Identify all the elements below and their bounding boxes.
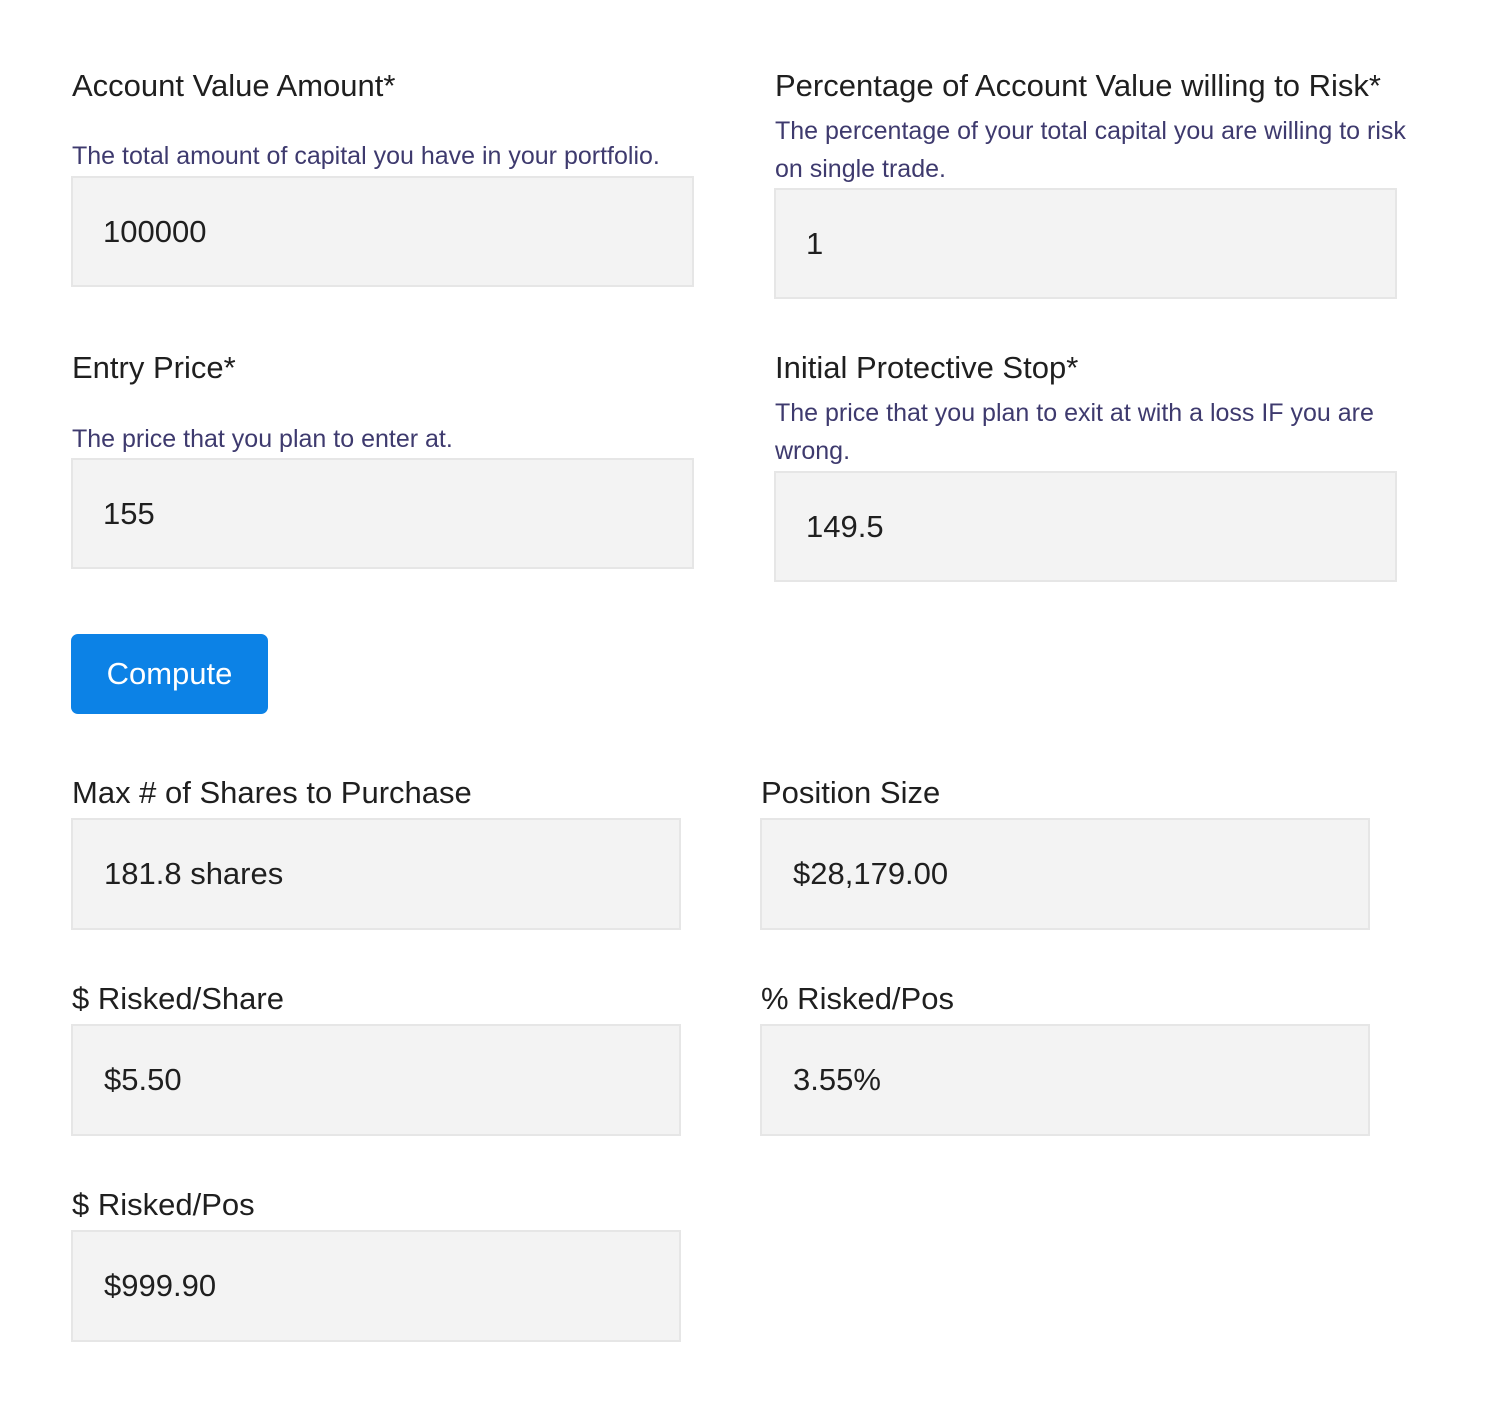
entry-price-help: The price that you plan to enter at.: [72, 425, 453, 453]
position-size-label: Position Size: [761, 775, 941, 810]
account-value-help: The total amount of capital you have in …: [72, 142, 660, 170]
account-value-input[interactable]: [71, 176, 694, 287]
protective-stop-label: Initial Protective Stop*: [775, 350, 1079, 385]
max-shares-label: Max # of Shares to Purchase: [72, 775, 472, 810]
pct-risked-per-pos-label: % Risked/Pos: [761, 981, 954, 1016]
risked-per-share-output: $5.50: [71, 1024, 681, 1136]
risked-per-share-label: $ Risked/Share: [72, 981, 284, 1016]
risk-percentage-help: The percentage of your total capital you…: [775, 117, 1406, 183]
risk-percentage-label: Percentage of Account Value willing to R…: [775, 68, 1381, 103]
pct-risked-per-pos-output: 3.55%: [760, 1024, 1370, 1136]
risked-per-pos-label: $ Risked/Pos: [72, 1187, 255, 1222]
account-value-label: Account Value Amount*: [72, 68, 396, 103]
protective-stop-input[interactable]: [774, 471, 1397, 582]
risked-per-pos-output: $999.90: [71, 1230, 681, 1342]
entry-price-label: Entry Price*: [72, 350, 236, 385]
protective-stop-help: The price that you plan to exit at with …: [775, 399, 1374, 465]
position-size-output: $28,179.00: [760, 818, 1370, 930]
risk-percentage-input[interactable]: [774, 188, 1397, 299]
compute-button[interactable]: Compute: [71, 634, 268, 714]
entry-price-input[interactable]: [71, 458, 694, 569]
max-shares-output: 181.8 shares: [71, 818, 681, 930]
